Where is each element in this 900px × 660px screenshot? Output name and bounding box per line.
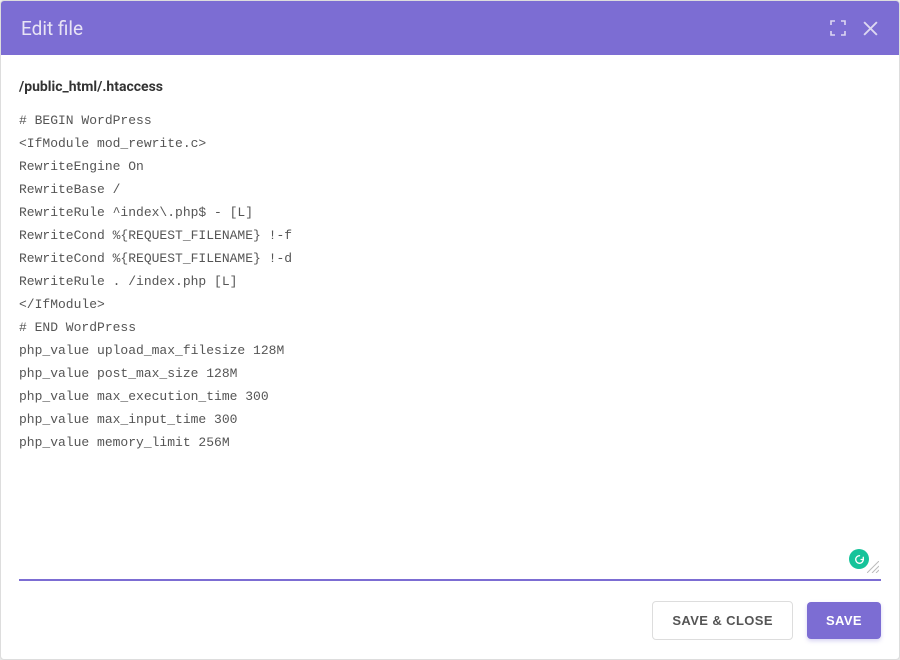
modal-content: /public_html/.htaccess xyxy=(1,55,899,581)
modal-footer: SAVE & CLOSE SAVE xyxy=(1,581,899,659)
save-button[interactable]: SAVE xyxy=(807,602,881,639)
grammarly-icon[interactable] xyxy=(849,549,869,569)
header-actions xyxy=(830,20,879,37)
file-path: /public_html/.htaccess xyxy=(19,73,881,103)
close-icon[interactable] xyxy=(862,20,879,37)
modal-header: Edit file xyxy=(1,1,899,55)
expand-icon[interactable] xyxy=(830,20,846,36)
file-content-editor[interactable] xyxy=(19,109,881,579)
save-close-button[interactable]: SAVE & CLOSE xyxy=(652,601,793,640)
editor-container xyxy=(19,109,881,581)
modal-title: Edit file xyxy=(21,17,83,40)
edit-file-modal: Edit file /public_html/.htaccess xyxy=(0,0,900,660)
